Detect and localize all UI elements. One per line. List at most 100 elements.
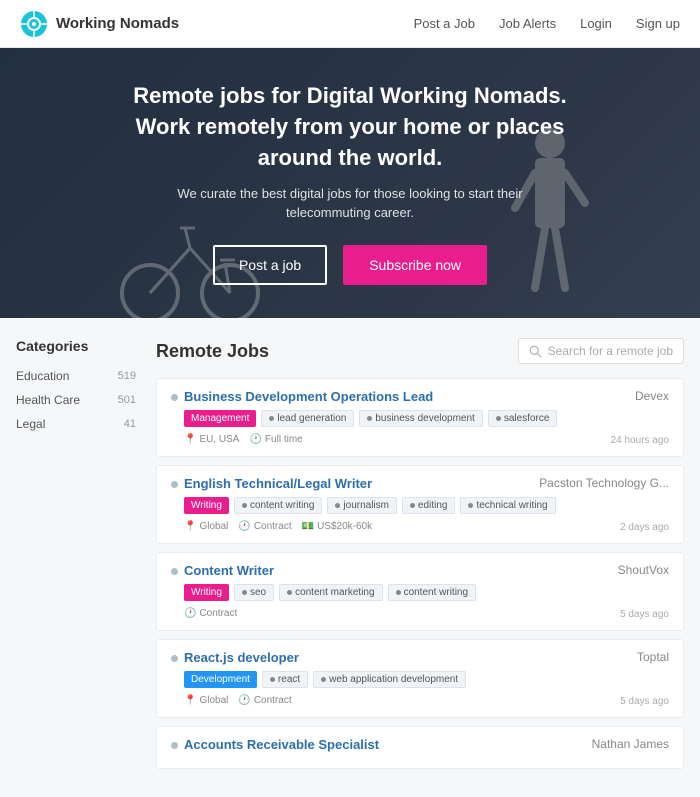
- job-title[interactable]: Business Development Operations Lead: [184, 389, 433, 404]
- sidebar-label-education: Education: [16, 369, 69, 383]
- job-title[interactable]: Content Writer: [184, 563, 274, 578]
- job-card: Accounts Receivable Specialist Nathan Ja…: [156, 726, 684, 769]
- brand-logo-icon: [20, 10, 48, 38]
- job-card-header: Accounts Receivable Specialist Nathan Ja…: [171, 737, 669, 752]
- job-location: 📍 Global: [184, 695, 228, 706]
- nav-post-job[interactable]: Post a Job: [414, 16, 475, 31]
- job-time: 5 days ago: [620, 609, 669, 620]
- tag-dot-icon: [396, 590, 401, 595]
- job-category-tag[interactable]: Writing: [184, 497, 229, 514]
- job-card-header: English Technical/Legal Writer Pacston T…: [171, 476, 669, 491]
- brand-name: Working Nomads: [56, 15, 179, 32]
- hero-buttons: Post a job Subscribe now: [133, 245, 567, 285]
- tag-dot-icon: [242, 503, 247, 508]
- job-meta: 📍 Global 🕐 Contract 💵 US$20k-60k: [171, 521, 372, 532]
- job-tag: technical writing: [460, 497, 555, 514]
- hero-content: Remote jobs for Digital Working Nomads.W…: [93, 81, 607, 284]
- search-icon: [529, 345, 542, 358]
- job-meta: 📍 EU, USA 🕐 Full time: [171, 434, 303, 445]
- sidebar-count-healthcare: 501: [118, 394, 136, 406]
- job-time: 5 days ago: [620, 696, 669, 707]
- job-category-tag[interactable]: Development: [184, 671, 257, 688]
- nav-signup[interactable]: Sign up: [636, 16, 680, 31]
- job-category-tag[interactable]: Writing: [184, 584, 229, 601]
- search-placeholder: Search for a remote job: [548, 344, 673, 358]
- job-title-row: Content Writer: [171, 563, 274, 578]
- sidebar-label-healthcare: Health Care: [16, 393, 80, 407]
- nav-login[interactable]: Login: [580, 16, 612, 31]
- main-layout: Categories Education 519 Health Care 501…: [0, 318, 700, 797]
- job-title-row: English Technical/Legal Writer: [171, 476, 372, 491]
- job-meta: 🕐 Contract: [171, 608, 237, 619]
- job-card: English Technical/Legal Writer Pacston T…: [156, 465, 684, 544]
- job-company: Nathan James: [592, 737, 669, 751]
- brand: Working Nomads: [20, 10, 179, 38]
- tag-dot-icon: [410, 503, 415, 508]
- job-footer: 📍 EU, USA 🕐 Full time 24 hours ago: [171, 432, 669, 446]
- job-footer: 📍 Global 🕐 Contract 5 days ago: [171, 693, 669, 707]
- job-tags: Writing seo content marketing content wr…: [171, 584, 669, 601]
- job-tags: Development react web application develo…: [171, 671, 669, 688]
- job-dot-icon: [171, 742, 178, 749]
- nav-job-alerts[interactable]: Job Alerts: [499, 16, 556, 31]
- sidebar-item-education[interactable]: Education 519: [16, 364, 136, 388]
- job-company: Pacston Technology G...: [539, 476, 669, 490]
- job-category-tag[interactable]: Management: [184, 410, 256, 427]
- job-type: 🕐 Contract: [238, 521, 291, 532]
- job-title[interactable]: Accounts Receivable Specialist: [184, 737, 379, 752]
- job-tag: seo: [234, 584, 274, 601]
- content-title: Remote Jobs: [156, 341, 269, 362]
- job-title[interactable]: React.js developer: [184, 650, 299, 665]
- job-dot-icon: [171, 481, 178, 488]
- job-location: 📍 Global: [184, 521, 228, 532]
- job-location: 📍 EU, USA: [184, 434, 239, 445]
- job-tag: lead generation: [261, 410, 354, 427]
- tag-dot-icon: [496, 416, 501, 421]
- tag-dot-icon: [242, 590, 247, 595]
- job-time: 2 days ago: [620, 522, 669, 533]
- navbar: Working Nomads Post a Job Job Alerts Log…: [0, 0, 700, 48]
- sidebar-item-legal[interactable]: Legal 41: [16, 412, 136, 436]
- job-dot-icon: [171, 655, 178, 662]
- job-tag: salesforce: [488, 410, 558, 427]
- tag-dot-icon: [269, 416, 274, 421]
- sidebar-title: Categories: [16, 338, 136, 354]
- job-time: 24 hours ago: [611, 435, 669, 446]
- subscribe-button[interactable]: Subscribe now: [343, 245, 487, 285]
- hero-title: Remote jobs for Digital Working Nomads.W…: [133, 81, 567, 173]
- job-dot-icon: [171, 568, 178, 575]
- sidebar-count-education: 519: [118, 370, 136, 382]
- sidebar-item-healthcare[interactable]: Health Care 501: [16, 388, 136, 412]
- job-title-row: React.js developer: [171, 650, 299, 665]
- tag-dot-icon: [367, 416, 372, 421]
- tag-dot-icon: [321, 677, 326, 682]
- content-header: Remote Jobs Search for a remote job: [156, 338, 684, 364]
- sidebar-label-legal: Legal: [16, 417, 45, 431]
- job-card: Content Writer ShoutVox Writing seo cont…: [156, 552, 684, 631]
- job-tags: Management lead generation business deve…: [171, 410, 669, 427]
- job-tag: business development: [359, 410, 483, 427]
- job-salary: 💵 US$20k-60k: [302, 521, 372, 532]
- job-title[interactable]: English Technical/Legal Writer: [184, 476, 372, 491]
- hero-subtitle: We curate the best digital jobs for thos…: [133, 184, 567, 223]
- content-area: Remote Jobs Search for a remote job Busi…: [156, 338, 684, 777]
- job-tag: web application development: [313, 671, 466, 688]
- job-footer: 🕐 Contract 5 days ago: [171, 606, 669, 620]
- navbar-links: Post a Job Job Alerts Login Sign up: [414, 16, 680, 31]
- job-tag: react: [262, 671, 308, 688]
- job-meta: 📍 Global 🕐 Contract: [171, 695, 292, 706]
- tag-dot-icon: [468, 503, 473, 508]
- job-tags: Writing content writing journalism editi…: [171, 497, 669, 514]
- job-footer: 📍 Global 🕐 Contract 💵 US$20k-60k 2 days …: [171, 519, 669, 533]
- job-card-header: React.js developer Toptal: [171, 650, 669, 665]
- job-title-row: Business Development Operations Lead: [171, 389, 433, 404]
- job-title-row: Accounts Receivable Specialist: [171, 737, 379, 752]
- job-tag: editing: [402, 497, 455, 514]
- job-company: Toptal: [637, 650, 669, 664]
- job-card: React.js developer Toptal Development re…: [156, 639, 684, 718]
- job-company: Devex: [635, 389, 669, 403]
- post-job-button[interactable]: Post a job: [213, 245, 327, 285]
- search-box[interactable]: Search for a remote job: [518, 338, 684, 364]
- job-tag: content marketing: [279, 584, 383, 601]
- job-card-header: Business Development Operations Lead Dev…: [171, 389, 669, 404]
